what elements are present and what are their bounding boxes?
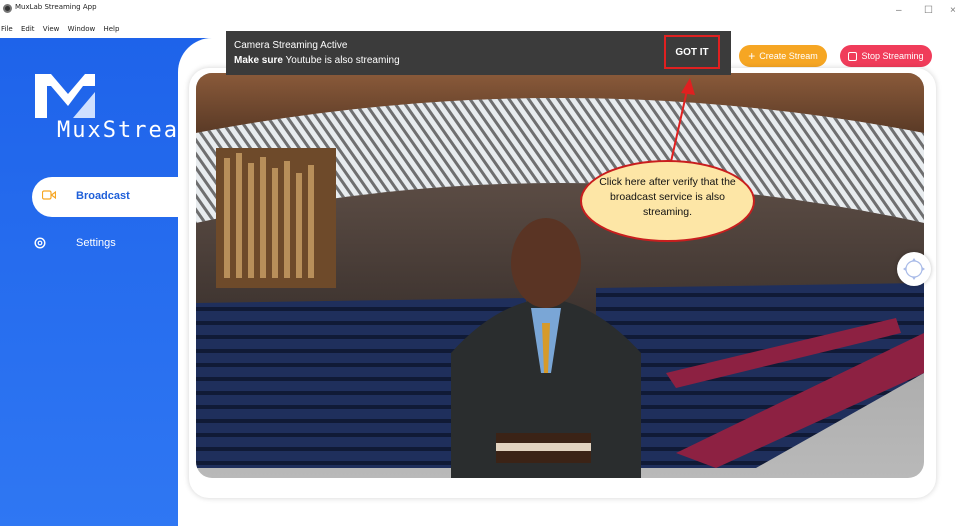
ptz-icon	[903, 258, 925, 280]
title-bar: MuxLab Streaming App – ☐ ×	[0, 0, 957, 22]
logo-text: MuxStream	[57, 118, 195, 143]
app-window: MuxLab Streaming App – ☐ × File Edit Vie…	[0, 0, 957, 526]
menu-file[interactable]: File	[1, 25, 13, 33]
notification-message: Make sure Youtube is also streaming	[234, 55, 400, 66]
app-logo-icon	[3, 4, 12, 13]
menu-help[interactable]: Help	[103, 25, 119, 33]
streaming-notification: Camera Streaming Active Make sure Youtub…	[226, 31, 731, 75]
minimize-button[interactable]: –	[896, 6, 902, 16]
menu-edit[interactable]: Edit	[21, 25, 35, 33]
notification-emphasis: Make sure	[234, 55, 283, 66]
stop-icon	[848, 51, 858, 61]
gear-icon	[34, 237, 46, 249]
stop-streaming-button[interactable]: Stop Streaming	[840, 45, 932, 67]
instruction-callout: Click here after verify that the broadca…	[580, 160, 755, 242]
video-frame-image	[196, 73, 924, 478]
muxstream-logo-icon	[35, 74, 95, 118]
menu-bar: File Edit View Window Help	[0, 25, 124, 37]
sidebar-item-broadcast[interactable]: Broadcast	[32, 177, 182, 217]
got-it-button[interactable]: GOT IT	[664, 35, 720, 69]
plus-icon: +	[748, 49, 756, 63]
sidebar-item-label: Broadcast	[76, 190, 130, 202]
camera-icon	[42, 190, 56, 200]
sidebar-item-label: Settings	[76, 237, 116, 249]
notification-title: Camera Streaming Active	[234, 40, 348, 51]
ptz-control-button[interactable]	[897, 252, 931, 286]
callout-text: Click here after verify that the broadca…	[599, 176, 736, 218]
sidebar-item-settings[interactable]: Settings	[32, 234, 152, 254]
close-button[interactable]: ×	[950, 6, 956, 16]
maximize-button[interactable]: ☐	[924, 6, 933, 16]
notification-message-rest: Youtube is also streaming	[282, 55, 400, 66]
stop-streaming-label: Stop Streaming	[861, 51, 924, 61]
window-title: MuxLab Streaming App	[15, 3, 97, 11]
menu-window[interactable]: Window	[68, 25, 96, 33]
video-preview	[196, 73, 924, 478]
create-stream-button[interactable]: + Create Stream	[739, 45, 827, 67]
create-stream-label: Create Stream	[759, 51, 818, 61]
menu-view[interactable]: View	[43, 25, 60, 33]
